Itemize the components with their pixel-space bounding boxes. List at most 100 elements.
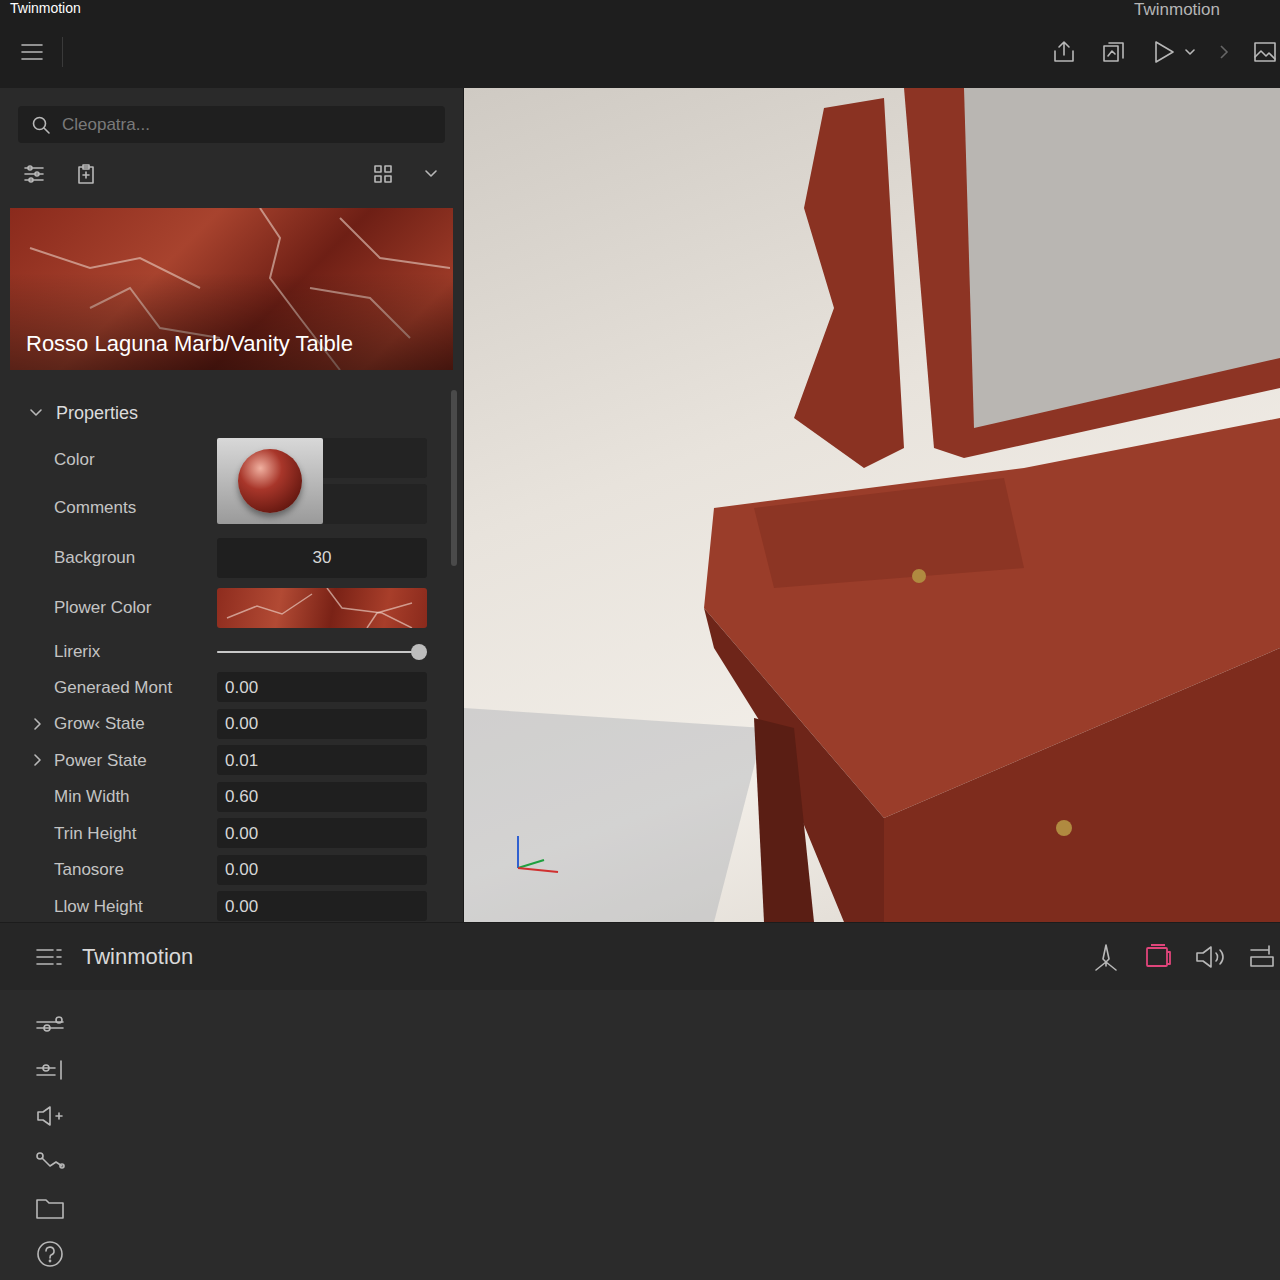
slider-knob[interactable] (411, 644, 427, 660)
toolbar-title: Twinmotion (82, 940, 193, 973)
export-icon[interactable] (1050, 38, 1078, 66)
field-value: 0.01 (225, 748, 258, 774)
value-field[interactable]: 0.00 (217, 818, 427, 848)
swatch-veins (217, 588, 427, 628)
chevron-right-icon[interactable] (30, 752, 46, 768)
property-label-cell: Generaed Mont (54, 675, 217, 701)
comments-field[interactable] (323, 484, 427, 524)
grid-icon[interactable] (369, 160, 397, 188)
number-field[interactable]: 30 (217, 538, 427, 578)
bottom-toolbar: Twinmotion (0, 922, 1280, 990)
field-value: 30 (313, 545, 332, 571)
chevron-slot (30, 787, 54, 807)
color-field[interactable] (323, 438, 427, 478)
render-viewport[interactable] (464, 88, 1280, 922)
chevron-down-icon[interactable] (421, 164, 441, 184)
image-icon[interactable] (1252, 39, 1278, 65)
device-icon[interactable] (1142, 941, 1174, 973)
property-row: Plower Color (0, 588, 463, 628)
field-value: 0.00 (225, 821, 258, 847)
preview-side-fields (323, 438, 427, 532)
chevron-down-icon[interactable] (28, 405, 44, 421)
preview-fields (217, 435, 427, 532)
color-thumbnail[interactable] (217, 438, 323, 524)
library-tools (0, 153, 463, 195)
chevron-slot (30, 896, 54, 916)
property-label-cell: Plower Color (54, 595, 217, 621)
property-row: Tanosore 0.00 (0, 852, 463, 889)
property-label-cell: Lirerix (54, 639, 217, 665)
top-bar: TwinmotionTwinmotion (0, 0, 1280, 88)
property-label: Backgroun (54, 548, 135, 567)
menu-icon[interactable] (19, 39, 45, 65)
top-toolbar (0, 16, 1280, 88)
value-field[interactable]: 0.00 (217, 855, 427, 885)
property-label: Generaed Mont (54, 678, 172, 697)
property-label: Comments (54, 495, 136, 521)
properties-header[interactable]: Properties (0, 395, 463, 431)
workspace: Rosso Laguna Marb/Vanity TaiblePropertie… (0, 88, 1280, 922)
dropdown-icon[interactable] (1184, 46, 1196, 58)
filter-icon[interactable] (20, 160, 48, 188)
app-title-right: Twinmotion (1134, 0, 1220, 18)
property-row: Lirerix (0, 634, 463, 669)
property-label-cell: Tanosore (54, 857, 217, 883)
add-sound-icon[interactable] (34, 1100, 66, 1132)
color-preview-group: Color Comments (0, 435, 463, 532)
property-label-cell: Grow‹ State (54, 711, 217, 737)
property-label: Color (54, 447, 95, 473)
folder-icon[interactable] (34, 1192, 66, 1224)
sliders-icon[interactable] (34, 1008, 66, 1040)
value-field[interactable]: 0.00 (217, 672, 427, 702)
value-field[interactable]: 0.00 (217, 709, 427, 739)
property-label: Llow Height (54, 897, 143, 916)
material-sphere (238, 449, 302, 513)
field-value: 0.00 (225, 675, 258, 701)
value-field[interactable]: 0.01 (217, 745, 427, 775)
path-icon[interactable] (34, 1146, 66, 1178)
list-menu-icon[interactable] (34, 942, 64, 972)
chevron-slot (30, 677, 54, 697)
help-icon[interactable] (34, 1238, 66, 1270)
pen-tool-icon[interactable] (1090, 941, 1122, 973)
property-row: Min Width0.60 (0, 779, 463, 816)
property-label-cell: Power State (54, 748, 217, 774)
chevron-slot (30, 823, 54, 843)
chevron-slot (30, 598, 54, 618)
properties-list: Color Comments Backgroun 30 Plower Color Lire… (0, 431, 463, 922)
slider-track[interactable] (217, 651, 427, 653)
frames-icon[interactable] (1100, 38, 1128, 66)
property-label: Grow‹ State (54, 714, 145, 733)
scrollbar-thumb[interactable] (451, 390, 457, 566)
bottom-sidebar (0, 990, 100, 1280)
search-icon (30, 114, 52, 136)
field-value: 0.00 (225, 857, 258, 883)
property-label: Power State (54, 751, 147, 770)
property-label-row: Comments (54, 484, 217, 533)
search-field[interactable] (18, 106, 445, 143)
speaker-icon[interactable] (1194, 941, 1226, 973)
title-strip: TwinmotionTwinmotion (0, 0, 1280, 16)
value-field[interactable]: 0.60 (217, 782, 427, 812)
chevron-slot (30, 860, 54, 880)
property-row: Trin Height 0.00 (0, 815, 463, 852)
play-icon[interactable] (1150, 38, 1178, 66)
property-label-row: Color (54, 435, 217, 484)
property-label: Tanosore (54, 860, 124, 879)
color-swatch[interactable] (217, 588, 427, 628)
top-actions (1050, 38, 1280, 66)
stack-icon[interactable] (1246, 941, 1278, 973)
property-label: Trin Height (54, 824, 137, 843)
value-field[interactable]: 0.00 (217, 891, 427, 921)
adjust-icon[interactable] (34, 1054, 66, 1086)
chevron-slot (30, 548, 54, 568)
tool-group (1090, 941, 1278, 973)
chevron-slot (30, 642, 54, 662)
chevron-right-icon[interactable] (30, 716, 46, 732)
clipboard-icon[interactable] (72, 160, 100, 188)
slider-fill (217, 651, 419, 653)
chevron-slot (30, 750, 54, 770)
search-input[interactable] (62, 112, 433, 138)
property-label-cell: Backgroun (54, 545, 217, 571)
chevron-right-icon[interactable] (1218, 42, 1230, 62)
